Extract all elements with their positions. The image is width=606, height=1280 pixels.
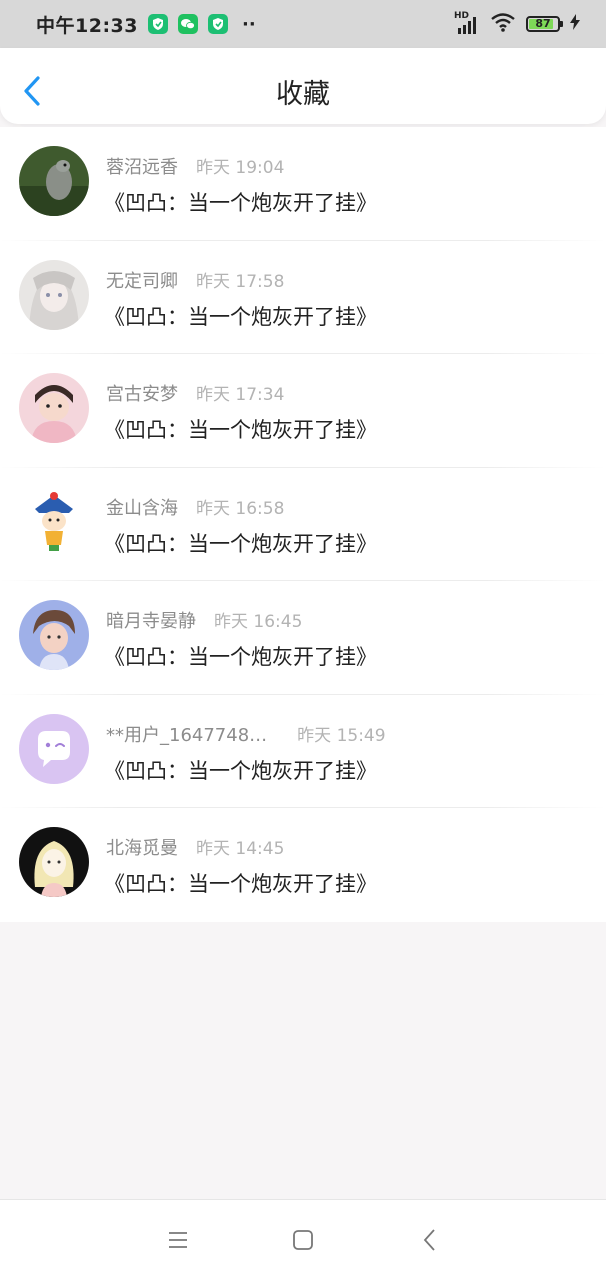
- book-title[interactable]: 《凹凸：当一个炮灰开了挂》: [104, 301, 377, 331]
- wifi-icon: [490, 12, 516, 36]
- list-item[interactable]: 北海觅曼 昨天 14:45 《凹凸：当一个炮灰开了挂》: [0, 808, 606, 922]
- system-nav-bar: [0, 1199, 606, 1280]
- list-item[interactable]: 金山含海 昨天 16:58 《凹凸：当一个炮灰开了挂》: [0, 468, 606, 581]
- avatar[interactable]: [19, 486, 89, 557]
- book-title[interactable]: 《凹凸：当一个炮灰开了挂》: [104, 868, 377, 898]
- user-name[interactable]: **用户_1647748…: [106, 721, 267, 747]
- wechat-icon: [177, 14, 198, 34]
- book-title[interactable]: 《凹凸：当一个炮灰开了挂》: [104, 414, 377, 444]
- shield-app-icon: [147, 14, 168, 34]
- book-title[interactable]: 《凹凸：当一个炮灰开了挂》: [104, 528, 377, 558]
- list-item[interactable]: 无定司卿 昨天 17:58 《凹凸：当一个炮灰开了挂》: [0, 241, 606, 354]
- timestamp: 昨天 14:45: [196, 839, 285, 859]
- signal-icon: HD: [454, 11, 480, 35]
- book-title[interactable]: 《凹凸：当一个炮灰开了挂》: [104, 641, 377, 671]
- avatar[interactable]: [19, 146, 89, 216]
- battery-level: 87: [535, 17, 551, 30]
- list-item[interactable]: 宫古安梦 昨天 17:34 《凹凸：当一个炮灰开了挂》: [0, 354, 606, 468]
- avatar[interactable]: [19, 713, 89, 784]
- user-name[interactable]: 宫古安梦: [106, 380, 178, 406]
- battery-icon: 87: [526, 16, 563, 32]
- user-name[interactable]: 蓉沼远香: [106, 153, 178, 179]
- shield-app-icon: [207, 14, 228, 34]
- favorites-list: 蓉沼远香 昨天 19:04 《凹凸：当一个炮灰开了挂》 无定司卿 昨天 17:5…: [0, 127, 606, 922]
- page-header: 收藏: [0, 48, 606, 124]
- list-item[interactable]: 蓉沼远香 昨天 19:04 《凹凸：当一个炮灰开了挂》: [0, 127, 606, 241]
- more-dots-icon: ··: [241, 13, 256, 35]
- book-title[interactable]: 《凹凸：当一个炮灰开了挂》: [104, 187, 377, 217]
- back-chevron-icon[interactable]: [418, 1228, 442, 1252]
- timestamp: 昨天 16:45: [214, 612, 303, 632]
- status-time: 中午12:33: [36, 14, 138, 37]
- user-name[interactable]: 无定司卿: [106, 267, 178, 293]
- timestamp: 昨天 19:04: [196, 158, 285, 178]
- timestamp: 昨天 17:34: [196, 385, 285, 405]
- home-square-icon[interactable]: [291, 1228, 315, 1252]
- timestamp: 昨天 15:49: [297, 725, 386, 746]
- avatar[interactable]: [19, 827, 89, 897]
- avatar[interactable]: [19, 259, 89, 330]
- book-title[interactable]: 《凹凸：当一个炮灰开了挂》: [104, 755, 377, 785]
- page-title: 收藏: [276, 79, 330, 110]
- list-item[interactable]: 暗月寺晏静 昨天 16:45 《凹凸：当一个炮灰开了挂》: [0, 581, 606, 695]
- user-name[interactable]: 暗月寺晏静: [106, 607, 196, 633]
- user-name[interactable]: 金山含海: [106, 494, 178, 520]
- timestamp: 昨天 17:58: [196, 271, 285, 292]
- status-bar: 中午12:33 ·· HD 87: [0, 0, 606, 48]
- list-item[interactable]: **用户_1647748… 昨天 15:49 《凹凸：当一个炮灰开了挂》: [0, 695, 606, 808]
- avatar[interactable]: [19, 373, 89, 443]
- timestamp: 昨天 16:58: [196, 498, 285, 519]
- avatar[interactable]: [19, 600, 89, 670]
- charging-icon: [570, 14, 580, 34]
- menu-icon[interactable]: [166, 1228, 190, 1252]
- user-name[interactable]: 北海觅曼: [106, 834, 178, 860]
